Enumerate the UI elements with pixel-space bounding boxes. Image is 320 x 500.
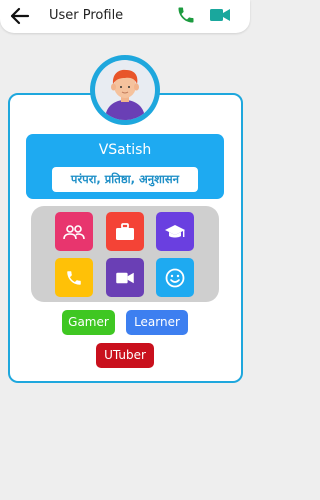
group-button[interactable] [55,212,93,251]
phone-icon[interactable] [176,5,196,25]
group-icon [63,224,85,239]
graduation-cap-icon [165,224,185,237]
phone-icon [67,270,81,285]
action-grid [31,206,219,302]
back-arrow-icon[interactable] [8,6,30,26]
profile-name: VSatish [98,142,152,158]
profile-motto: परंपरा, प्रतिष्ठा, अनुशासन [52,167,198,192]
education-button[interactable] [156,212,194,251]
smiley-icon [165,268,185,287]
briefcase-icon [116,222,134,240]
work-button[interactable] [106,212,144,251]
tag-gamer[interactable]: Gamer [62,310,115,335]
video-camera-icon[interactable] [209,7,231,23]
emoji-button[interactable] [156,258,194,297]
name-banner: VSatish परंपरा, प्रतिष्ठा, अनुशासन [26,134,224,199]
avatar [95,60,155,120]
tag-learner[interactable]: Learner [126,310,188,335]
page-title: User Profile [49,8,124,23]
call-button[interactable] [55,258,93,297]
video-camera-icon [116,272,134,283]
app-bar: User Profile [0,0,250,33]
video-call-button[interactable] [106,258,144,297]
tag-utuber[interactable]: UTuber [96,343,154,368]
